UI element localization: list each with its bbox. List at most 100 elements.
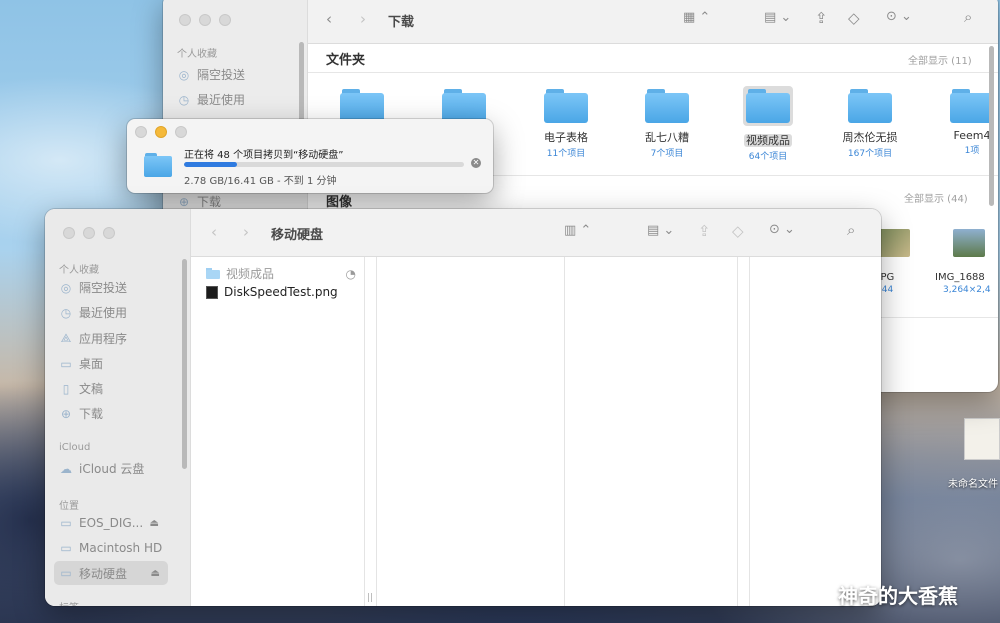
close-button[interactable] — [63, 227, 75, 239]
divider — [868, 317, 998, 318]
sidebar-item-recents[interactable]: ◷ 最近使用 — [59, 304, 127, 321]
folder-name: 乱七八糟 — [645, 131, 689, 144]
folder-count: 167个项目 — [847, 149, 893, 159]
image-thumbnail[interactable] — [953, 229, 985, 257]
minimize-button[interactable] — [199, 14, 211, 26]
sidebar-item-recents[interactable]: ◷ 最近使用 — [177, 91, 245, 108]
toolbar: ‹ › 下载 ▦ ⌃ ▤ ⌄ ⇪ ◇ ⊙ ⌄ ⌕ — [308, 0, 998, 44]
sidebar-item-eos-digital[interactable]: ▭ EOS_DIG... ⏏ — [59, 516, 159, 530]
divider — [308, 72, 998, 73]
group-icon[interactable]: ▤ ⌄ — [647, 223, 674, 238]
zoom-button[interactable] — [219, 14, 231, 26]
more-actions-icon[interactable]: ⊙ ⌄ — [886, 9, 912, 24]
share-icon[interactable]: ⇪ — [815, 9, 828, 27]
search-icon[interactable]: ⌕ — [847, 221, 855, 239]
folder-icon — [144, 153, 172, 177]
column-resize-handle[interactable]: || — [367, 593, 373, 603]
folder-item[interactable] — [312, 89, 412, 123]
file-row[interactable]: DiskSpeedTest.png — [206, 285, 338, 299]
document-icon: ▯ — [62, 381, 70, 396]
sidebar-item-airdrop[interactable]: ◎ 隔空投送 — [59, 279, 127, 296]
sidebar-item-downloads[interactable]: ⊕ 下载 — [177, 193, 221, 210]
sidebar-item-label: 隔空投送 — [79, 281, 128, 295]
clock-icon: ◷ — [60, 305, 72, 320]
window-controls — [179, 14, 231, 26]
minimize-button[interactable] — [155, 126, 167, 138]
sidebar-item-documents[interactable]: ▯ 文稿 — [59, 380, 103, 397]
folder-name: 视频成品 — [744, 134, 792, 147]
image-name: IMG_1688 — [935, 272, 985, 283]
tag-icon[interactable]: ◇ — [732, 222, 744, 240]
sidebar-item-downloads[interactable]: ⊕ 下载 — [59, 405, 103, 422]
folder-item[interactable]: 乱七八糟 7个项目 — [617, 89, 717, 159]
sidebar-item-icloud-drive[interactable]: ☁ iCloud 云盘 — [59, 460, 144, 477]
close-button[interactable] — [179, 14, 191, 26]
image-thumbnail[interactable] — [878, 229, 910, 257]
sidebar-item-external-drive[interactable]: ▭ 移动硬盘 ⏏ — [54, 561, 168, 585]
image-dims: 3,264×2,4 — [943, 285, 991, 295]
disk-icon: ▭ — [60, 516, 72, 530]
folder-icon — [848, 89, 892, 123]
folder-name: Feem4 — [953, 129, 991, 142]
folder-icon — [950, 89, 994, 123]
sidebar-scrollbar[interactable] — [182, 259, 187, 469]
back-icon[interactable]: ‹ — [326, 10, 332, 28]
folder-item[interactable]: Feem4 1项 — [922, 89, 998, 156]
sidebar-item-applications[interactable]: ⟁ 应用程序 — [59, 330, 127, 347]
sidebar-icloud-header: iCloud — [59, 442, 91, 453]
tag-icon[interactable]: ◇ — [848, 9, 860, 27]
sidebar-favorites-header: 个人收藏 — [177, 49, 217, 60]
folder-item[interactable] — [414, 89, 514, 123]
folders-show-all[interactable]: 全部显示 (11) — [908, 52, 972, 67]
group-icon[interactable]: ▤ ⌄ — [764, 10, 791, 25]
folder-name: 电子表格 — [544, 131, 588, 144]
folder-item[interactable]: 电子表格 11个项目 — [516, 89, 616, 159]
zoom-button[interactable] — [103, 227, 115, 239]
sidebar-item-label: 桌面 — [79, 357, 104, 371]
desktop-file-label: 未命名文件 — [948, 479, 998, 490]
close-button[interactable] — [135, 126, 147, 138]
desktop-file-icon[interactable] — [964, 418, 1000, 460]
folder-item[interactable]: 周杰伦无损 167个项目 — [820, 89, 920, 159]
file-row[interactable]: 视频成品 ◔ — [206, 265, 356, 282]
folders-section-title: 文件夹 — [326, 53, 366, 68]
clock-icon: ◷ — [178, 92, 190, 107]
sidebar-item-desktop[interactable]: ▭ 桌面 — [59, 355, 103, 372]
sidebar-item-macintosh-hd[interactable]: ▭ Macintosh HD — [59, 541, 162, 555]
desktop-icon: ▭ — [60, 356, 72, 371]
forward-icon[interactable]: › — [360, 10, 366, 28]
column-divider[interactable] — [564, 257, 565, 606]
column-divider[interactable] — [737, 257, 738, 606]
sidebar-item-label: 应用程序 — [79, 332, 128, 346]
minimize-button[interactable] — [83, 227, 95, 239]
sidebar-item-label: 文稿 — [79, 382, 104, 396]
sidebar-item-airdrop[interactable]: ◎ 隔空投送 — [177, 66, 245, 83]
more-actions-icon[interactable]: ⊙ ⌄ — [769, 222, 795, 237]
eject-icon[interactable]: ⏏ — [150, 518, 159, 529]
sidebar-item-label: 下载 — [197, 195, 222, 209]
back-icon[interactable]: ‹ — [211, 223, 217, 241]
sidebar-item-label: 下载 — [79, 407, 104, 421]
column-divider[interactable] — [364, 257, 365, 606]
stop-copy-icon[interactable]: ✕ — [471, 158, 481, 168]
folder-item-selected[interactable]: 视频成品 64个项目 — [718, 86, 818, 162]
sidebar-item-label: 隔空投送 — [197, 68, 246, 82]
images-show-all[interactable]: 全部显示 (44) — [904, 190, 968, 205]
forward-icon[interactable]: › — [243, 223, 249, 241]
column-view-icon[interactable]: ▥ ⌃ — [564, 223, 591, 238]
file-name: 视频成品 — [226, 267, 275, 281]
sidebar-item-label: Macintosh HD — [79, 541, 163, 555]
download-icon: ⊕ — [60, 406, 72, 421]
disk-icon: ▭ — [60, 566, 72, 580]
view-mode-icon[interactable]: ▦ ⌃ — [683, 10, 710, 25]
sidebar-locations-header: 位置 — [59, 501, 79, 512]
column-divider — [749, 257, 750, 606]
eject-icon[interactable]: ⏏ — [151, 568, 160, 579]
content-scrollbar[interactable] — [989, 46, 994, 206]
airdrop-icon: ◎ — [178, 67, 190, 82]
folder-icon — [743, 86, 793, 126]
zoom-button[interactable] — [175, 126, 187, 138]
share-icon[interactable]: ⇪ — [698, 222, 711, 240]
images-section-title: 图像 — [326, 195, 353, 210]
search-icon[interactable]: ⌕ — [964, 8, 972, 26]
